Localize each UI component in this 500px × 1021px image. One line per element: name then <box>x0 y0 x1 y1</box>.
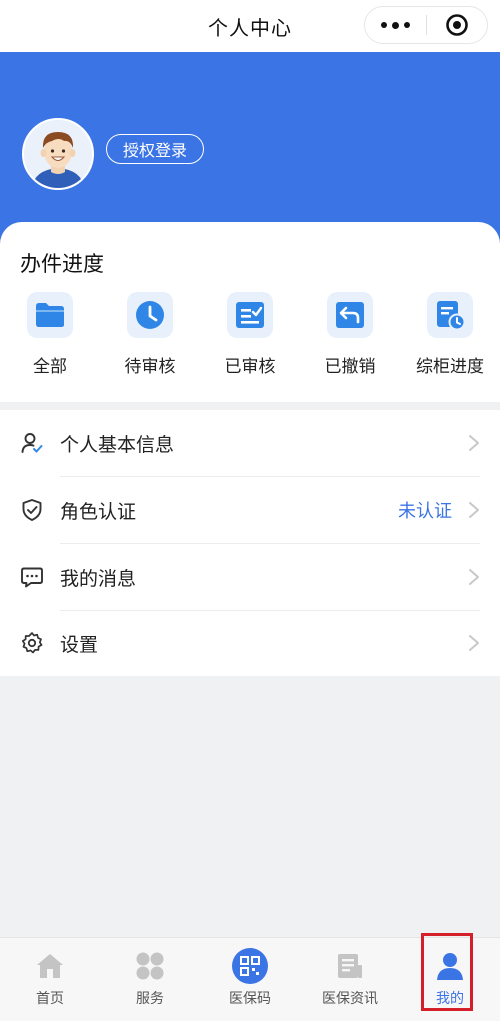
document-clock-icon <box>427 292 473 338</box>
clock-icon <box>127 292 173 338</box>
tab-home[interactable]: 首页 <box>0 938 100 1021</box>
user-check-icon <box>21 433 43 453</box>
progress-title: 办件进度 <box>20 252 104 276</box>
menu-item-label: 设置 <box>60 633 99 656</box>
progress-item-label: 待审核 <box>124 357 176 377</box>
qr-code-icon <box>232 948 268 984</box>
progress-item-revoked[interactable]: 已撤销 <box>300 292 400 382</box>
message-icon <box>21 567 43 588</box>
authorize-login-button[interactable]: 授权登录 <box>106 134 204 164</box>
progress-card: 办件进度 全部 待审核 已审核 已撤销 综柜进度 <box>0 222 500 402</box>
progress-item-reviewed[interactable]: 已审核 <box>200 292 300 382</box>
tab-services[interactable]: 服务 <box>100 938 200 1021</box>
close-miniprogram-button[interactable] <box>427 7 487 43</box>
more-dot-icon <box>404 22 410 28</box>
menu-item-label: 我的消息 <box>60 567 137 590</box>
more-dot-icon <box>381 22 387 28</box>
active-tab-highlight-box <box>421 933 473 1011</box>
target-icon <box>446 14 468 36</box>
avatar-illustration-icon <box>24 120 92 188</box>
settings-menu: 个人基本信息 角色认证 未认证 我的消息 设置 <box>0 410 500 676</box>
progress-item-label: 已撤销 <box>324 357 376 377</box>
progress-item-label: 综柜进度 <box>416 357 484 377</box>
chevron-right-icon <box>469 569 479 585</box>
more-options-button[interactable] <box>365 7 426 43</box>
top-bar: 个人中心 <box>0 0 500 52</box>
tab-label: 医保资讯 <box>322 991 378 1007</box>
tab-label: 服务 <box>136 991 164 1007</box>
tab-insurance-news[interactable]: 医保资讯 <box>300 938 400 1021</box>
tab-label: 首页 <box>36 991 64 1007</box>
chevron-right-icon <box>469 502 479 518</box>
menu-item-label: 角色认证 <box>60 500 137 523</box>
menu-item-settings[interactable]: 设置 <box>0 610 500 676</box>
progress-item-pending[interactable]: 待审核 <box>100 292 200 382</box>
gear-icon <box>21 632 43 654</box>
chevron-right-icon <box>469 435 479 451</box>
progress-item-all[interactable]: 全部 <box>0 292 100 382</box>
tab-insurance-code[interactable]: 医保码 <box>200 938 300 1021</box>
tab-label: 医保码 <box>229 991 271 1007</box>
home-icon <box>32 948 68 984</box>
checklist-icon <box>227 292 273 338</box>
progress-item-label: 已审核 <box>224 357 276 377</box>
menu-item-messages[interactable]: 我的消息 <box>0 544 500 610</box>
progress-item-counter[interactable]: 综柜进度 <box>400 292 500 382</box>
grid-icon <box>132 948 168 984</box>
verification-status: 未认证 <box>398 501 452 522</box>
menu-item-personal-info[interactable]: 个人基本信息 <box>0 410 500 476</box>
avatar[interactable] <box>22 118 94 190</box>
folder-icon <box>27 292 73 338</box>
menu-item-label: 个人基本信息 <box>60 433 175 456</box>
undo-icon <box>327 292 373 338</box>
news-icon <box>332 948 368 984</box>
menu-item-role-verification[interactable]: 角色认证 未认证 <box>0 477 500 543</box>
progress-item-label: 全部 <box>33 357 67 377</box>
chevron-right-icon <box>469 635 479 651</box>
shield-check-icon <box>22 499 42 521</box>
more-dot-icon <box>392 21 399 29</box>
page-title: 个人中心 <box>208 15 292 40</box>
miniprogram-capsule <box>364 6 488 44</box>
